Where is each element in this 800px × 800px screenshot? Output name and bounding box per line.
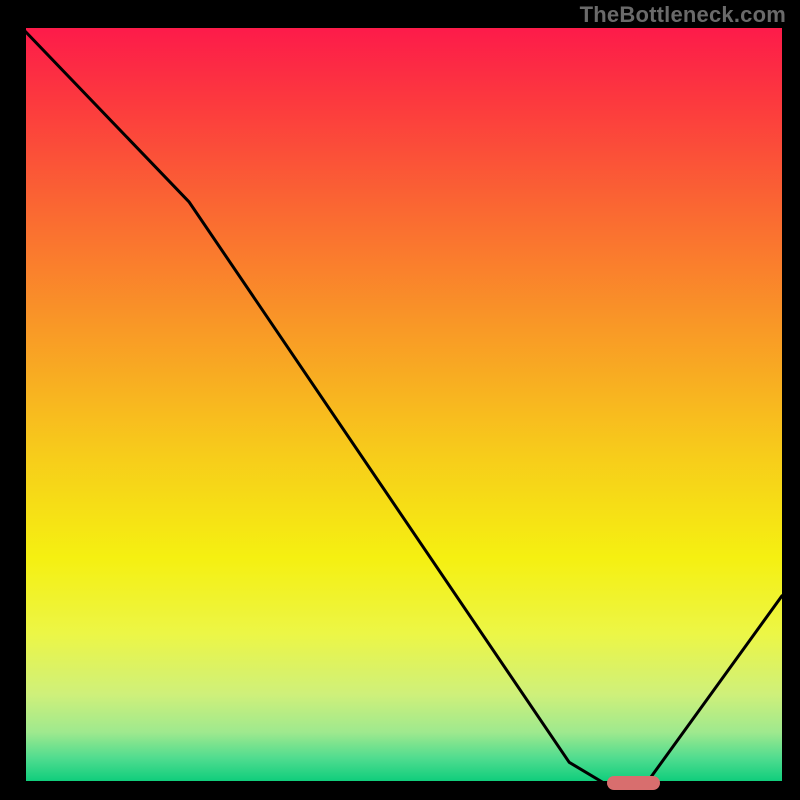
- attribution-text: TheBottleneck.com: [580, 2, 786, 28]
- x-axis: [22, 781, 782, 785]
- bottleneck-curve-line: [22, 28, 782, 785]
- bottleneck-chart: [22, 28, 782, 785]
- optimal-range-marker: [607, 776, 660, 790]
- y-axis: [22, 28, 26, 785]
